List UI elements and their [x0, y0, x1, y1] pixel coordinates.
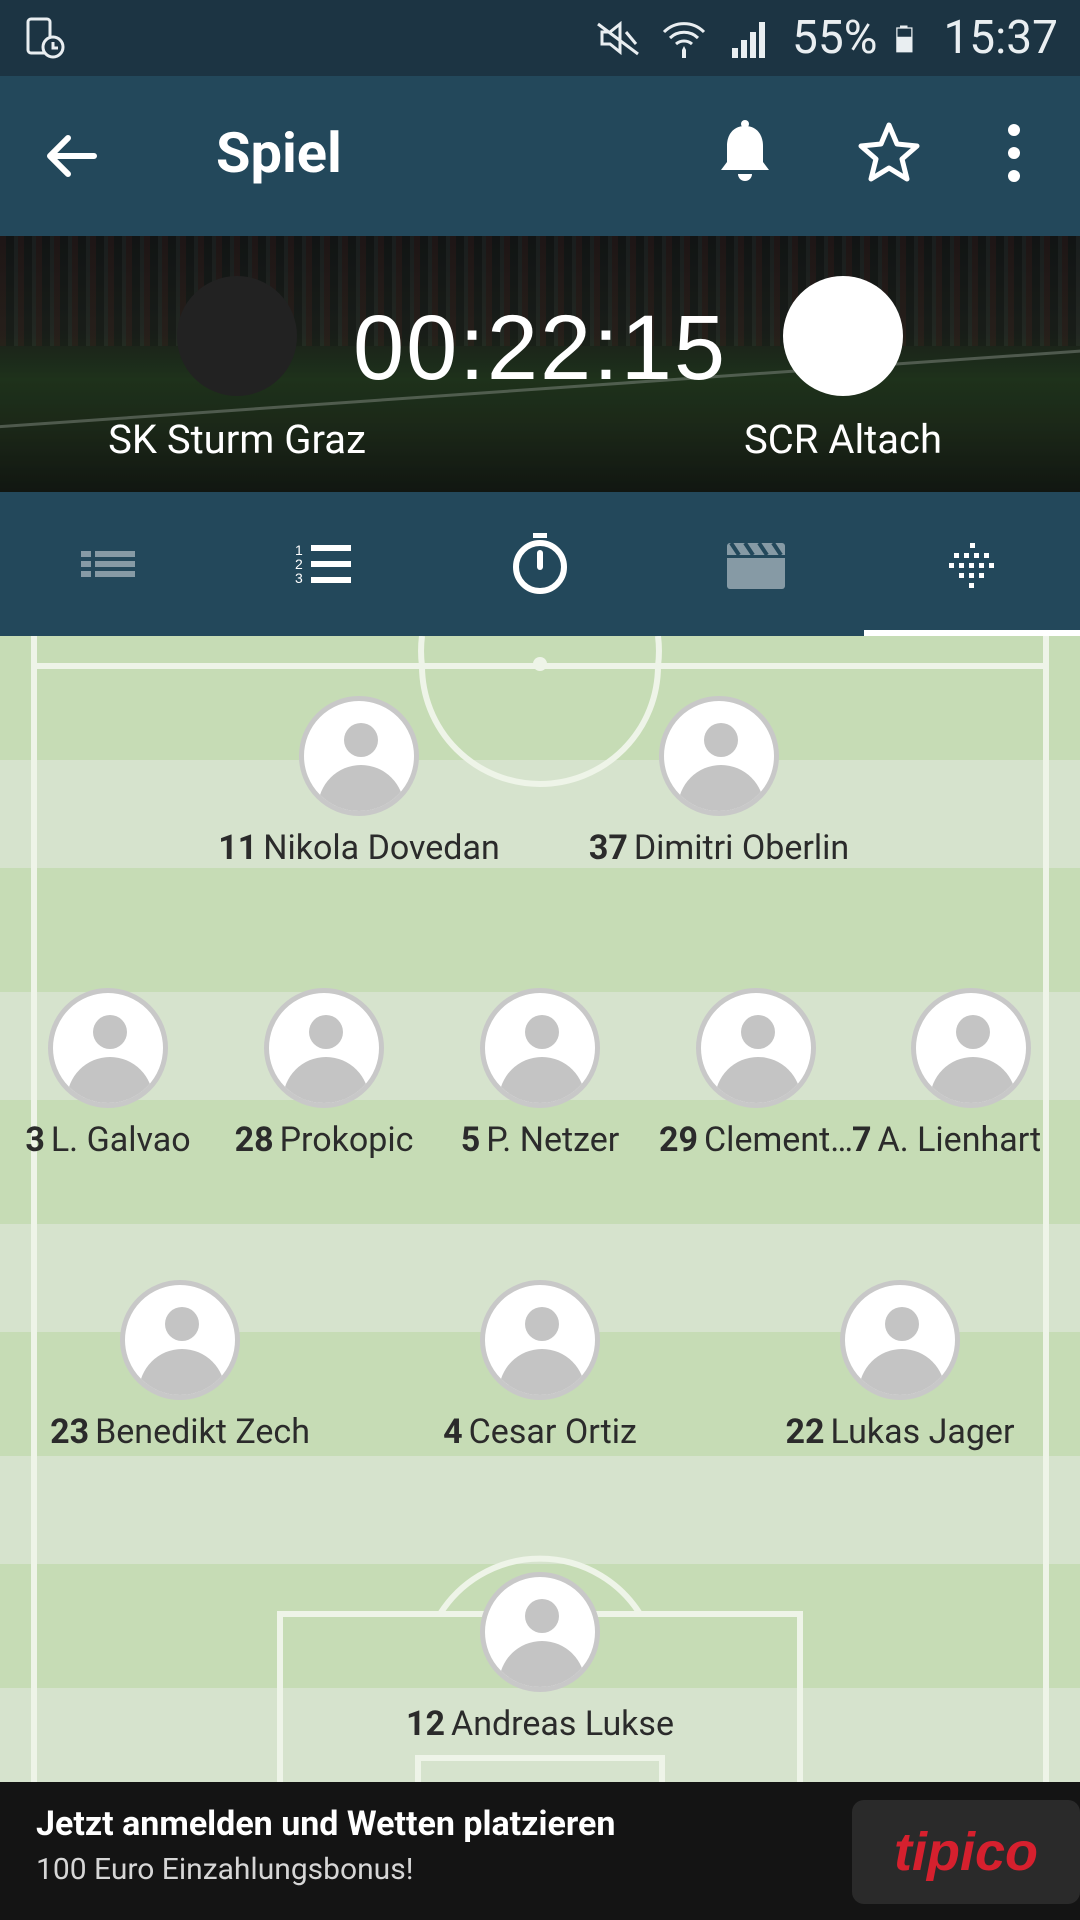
- list-lines-icon: [81, 551, 135, 577]
- player-avatar: [840, 1280, 960, 1400]
- app-toolbar: Spiel: [0, 76, 1080, 236]
- ad-headline: Jetzt anmelden und Wetten platzieren: [36, 1804, 616, 1844]
- player-name: 7 A. Lienhart: [852, 1120, 1042, 1160]
- battery-icon: [896, 25, 913, 53]
- more-options-icon[interactable]: [1000, 120, 1028, 186]
- tab-live[interactable]: [432, 492, 648, 636]
- match-header: 00:22:15 SK Sturm Graz SCR Altach: [0, 236, 1080, 492]
- home-team-name[interactable]: SK Sturm Graz: [60, 416, 414, 463]
- player-card[interactable]: 7 A. Lienhart: [852, 988, 1080, 1160]
- player-card[interactable]: 22 Lukas Jager: [750, 1280, 1050, 1452]
- player-avatar: [120, 1280, 240, 1400]
- tab-lineup[interactable]: [864, 492, 1080, 636]
- player-card[interactable]: 23 Benedikt Zech: [30, 1280, 330, 1452]
- player-card[interactable]: 4 Cesar Ortiz: [390, 1280, 690, 1452]
- signal-icon: [732, 22, 766, 58]
- page-title: Spiel: [216, 120, 342, 186]
- player-avatar: [480, 988, 600, 1108]
- favorite-star-icon[interactable]: [856, 120, 922, 186]
- lineup-dots-icon: [949, 543, 994, 588]
- clock: 15:37: [943, 11, 1058, 65]
- away-team-name[interactable]: SCR Altach: [668, 416, 1018, 463]
- player-name: 4 Cesar Ortiz: [443, 1412, 637, 1452]
- player-name: 23 Benedikt Zech: [50, 1412, 310, 1452]
- back-arrow-icon[interactable]: [40, 124, 104, 188]
- player-name: 11 Nikola Dovedan: [218, 828, 500, 868]
- tab-videos[interactable]: [648, 492, 864, 636]
- player-avatar: [480, 1572, 600, 1692]
- player-avatar: [911, 988, 1031, 1108]
- screenshot-notification-icon: [26, 17, 65, 59]
- tab-ticker[interactable]: 1 2 3: [216, 492, 432, 636]
- player-name: 12 Andreas Lukse: [406, 1704, 674, 1744]
- player-avatar: [480, 1280, 600, 1400]
- player-card[interactable]: 12 Andreas Lukse: [390, 1572, 690, 1744]
- numbered-list-icon: 1 2 3: [295, 542, 351, 586]
- notification-bell-icon[interactable]: [714, 120, 776, 186]
- battery-percent: 55%: [792, 11, 878, 65]
- player-avatar: [48, 988, 168, 1108]
- wifi-icon: [662, 22, 706, 58]
- status-bar: 55% 15:37: [0, 0, 1080, 76]
- player-card[interactable]: 11 Nikola Dovedan: [209, 696, 509, 868]
- player-avatar: [299, 696, 419, 816]
- ad-banner[interactable]: Jetzt anmelden und Wetten platzieren 100…: [0, 1782, 1080, 1920]
- ad-brand-logo[interactable]: tipico: [852, 1800, 1080, 1904]
- stopwatch-icon: [513, 533, 567, 594]
- player-avatar: [696, 988, 816, 1108]
- player-name: 37 Dimitri Oberlin: [588, 828, 850, 868]
- video-clapper-icon: [727, 541, 785, 589]
- tab-overview[interactable]: [0, 492, 216, 636]
- ad-subline: 100 Euro Einzahlungsbonus!: [36, 1852, 414, 1887]
- match-timer: 00:22:15: [352, 297, 728, 399]
- svg-text:3: 3: [295, 570, 303, 586]
- match-tabs: 1 2 3: [0, 492, 1080, 636]
- player-name: 22 Lukas Jager: [785, 1412, 1015, 1452]
- player-avatar: [659, 696, 779, 816]
- player-card[interactable]: 37 Dimitri Oberlin: [569, 696, 869, 868]
- player-avatar: [264, 988, 384, 1108]
- mute-icon: [597, 20, 639, 56]
